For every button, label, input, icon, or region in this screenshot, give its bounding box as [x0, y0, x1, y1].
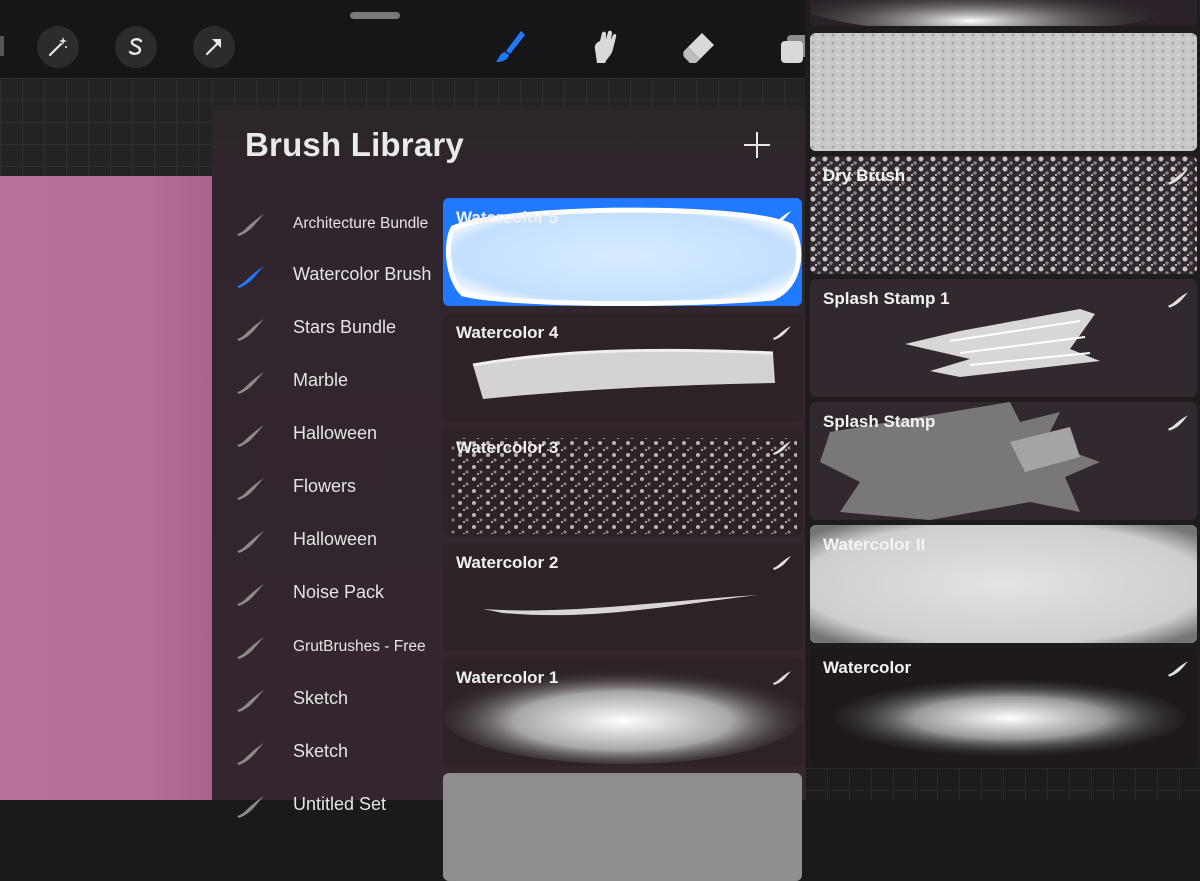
- brush-stroke-icon: [237, 425, 264, 447]
- brush-name: Watercolor: [823, 658, 912, 677]
- eraser-icon[interactable]: [677, 24, 723, 70]
- brush-card[interactable]: [810, 0, 1197, 26]
- brush-stroke-icon: [237, 266, 264, 288]
- page-title: Brush Library: [245, 126, 464, 163]
- brush-card-selected[interactable]: Watercolor 5: [443, 198, 802, 306]
- brush-name: Splash Stamp: [823, 412, 936, 431]
- selection-s-icon[interactable]: [115, 26, 157, 68]
- canvas-grid-right: [805, 768, 1200, 800]
- brush-stroke-icon: [773, 441, 791, 455]
- brush-card[interactable]: Watercolor 3: [443, 428, 802, 536]
- brush-card[interactable]: Splash Stamp 1: [810, 279, 1197, 397]
- brush-icon[interactable]: [488, 24, 534, 70]
- canvas-grid-strip: [212, 78, 805, 106]
- brush-name: Watercolor 4: [456, 323, 559, 342]
- brush-set-label: Sketch: [293, 741, 349, 761]
- add-brush-set-button[interactable]: [742, 130, 772, 160]
- brush-card[interactable]: Watercolor 2: [443, 543, 802, 651]
- brush-list-right: Dry Brush Splash Stamp 1 Splash Stamp Wa…: [805, 0, 1200, 800]
- brush-stroke-icon: [237, 743, 264, 765]
- brush-set-item[interactable]: Sketch: [212, 676, 442, 724]
- brush-set-label: Untitled Set: [293, 794, 387, 814]
- brush-set-label: GrutBrushes - Free: [293, 638, 426, 655]
- brush-stroke-icon: [237, 637, 264, 659]
- brush-name: Watercolor 1: [456, 668, 559, 687]
- transform-arrow-icon[interactable]: [193, 26, 235, 68]
- top-toolbar: [0, 0, 809, 78]
- brush-set-label: Watercolor Brush: [293, 264, 432, 284]
- brush-stroke-preview: [810, 33, 1197, 151]
- brush-stroke-preview: [810, 0, 1180, 26]
- brush-set-item[interactable]: Untitled Set: [212, 782, 442, 830]
- brush-name: Watercolor 3: [456, 438, 559, 457]
- brush-stroke-icon: [237, 796, 264, 818]
- brush-card[interactable]: Watercolor 1: [443, 658, 802, 766]
- brush-name: Watercolor II: [823, 535, 926, 554]
- brush-card[interactable]: Watercolor II: [810, 525, 1197, 643]
- brush-set-item[interactable]: Halloween: [212, 411, 442, 459]
- brush-stroke-icon: [773, 671, 791, 685]
- brush-stroke-icon: [773, 556, 791, 570]
- brush-stroke-icon: [237, 214, 264, 236]
- brush-stroke-icon: [773, 211, 791, 225]
- brush-library-panel: Brush Library Architecture Bundle Waterc…: [212, 106, 805, 881]
- brush-stroke-icon: [237, 319, 264, 341]
- smudge-icon[interactable]: [582, 24, 628, 70]
- brush-set-item[interactable]: Halloween: [212, 517, 442, 565]
- brush-stroke-icon: [773, 326, 791, 340]
- brush-stroke-icon: [237, 372, 264, 394]
- brush-set-item[interactable]: Stars Bundle: [212, 305, 442, 353]
- canvas-grid: [0, 78, 212, 176]
- brush-name: Dry Brush: [823, 166, 906, 185]
- brush-set-item[interactable]: Architecture Bundle: [212, 200, 442, 248]
- brush-stroke-icon: [237, 478, 264, 500]
- brush-card[interactable]: Watercolor: [810, 648, 1197, 766]
- brush-set-label: Architecture Bundle: [293, 215, 429, 232]
- brush-set-label: Halloween: [293, 529, 378, 549]
- brush-set-label: Sketch: [293, 688, 349, 708]
- brush-stroke-icon: [1168, 661, 1188, 677]
- brush-stroke-icon: [1168, 292, 1188, 308]
- brush-set-label: Stars Bundle: [293, 317, 397, 337]
- brush-name: Watercolor 5: [456, 208, 559, 227]
- brush-set-item-selected[interactable]: Watercolor Brush: [212, 252, 442, 300]
- brush-set-label: Noise Pack: [293, 582, 385, 602]
- brush-name: Watercolor 2: [456, 553, 559, 572]
- brush-set-label: Halloween: [293, 423, 378, 443]
- brush-stroke-icon: [237, 690, 264, 712]
- brush-stroke-icon: [1168, 169, 1188, 185]
- brush-set-label: Flowers: [293, 476, 357, 496]
- brush-set-item[interactable]: Flowers: [212, 464, 442, 512]
- brush-stroke-icon: [237, 584, 264, 606]
- brush-stroke-icon: [237, 531, 264, 553]
- brush-card[interactable]: Splash Stamp: [810, 402, 1197, 520]
- canvas[interactable]: [0, 176, 212, 800]
- brush-stroke-icon: [1168, 415, 1188, 431]
- brush-set-item[interactable]: Noise Pack: [212, 570, 442, 618]
- brush-card[interactable]: [443, 773, 802, 881]
- brush-name: Splash Stamp 1: [823, 289, 950, 308]
- brush-set-item[interactable]: Sketch: [212, 729, 442, 777]
- brush-set-item[interactable]: Marble: [212, 358, 442, 406]
- toolbar-edge: [0, 36, 4, 56]
- brush-card[interactable]: [810, 33, 1197, 151]
- brush-set-item[interactable]: GrutBrushes - Free: [212, 623, 442, 671]
- brush-set-label: Marble: [293, 370, 349, 390]
- magic-wand-icon[interactable]: [37, 26, 79, 68]
- brush-card[interactable]: Watercolor 4: [443, 313, 802, 421]
- panel-grabber[interactable]: [350, 12, 400, 19]
- brush-card[interactable]: Dry Brush: [810, 156, 1197, 274]
